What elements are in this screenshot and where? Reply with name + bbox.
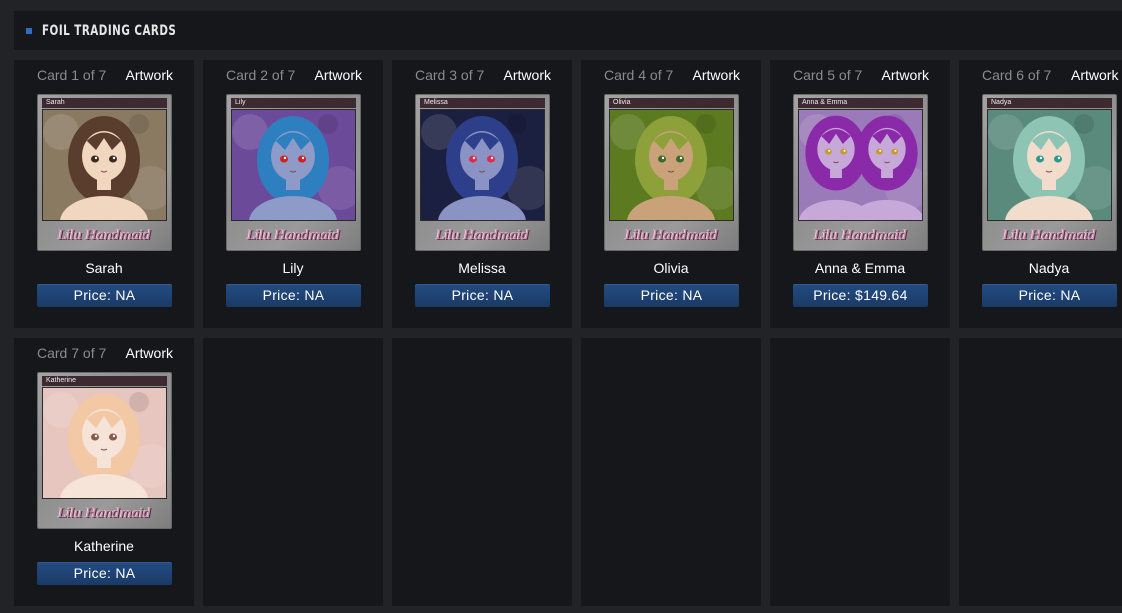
card-artwork bbox=[42, 109, 167, 221]
game-logo: Lilu Handmaid bbox=[625, 228, 718, 243]
card-head: Card 2 of 7 Artwork bbox=[203, 67, 383, 85]
card-cell: Card 5 of 7 Artwork Anna & Emma Lilu Han… bbox=[770, 60, 950, 328]
card-head: Card 3 of 7 Artwork bbox=[392, 67, 572, 85]
trading-card-image[interactable]: Anna & Emma Lilu Handmaid bbox=[793, 94, 928, 251]
empty-cell bbox=[959, 338, 1122, 606]
card-cell: Card 6 of 7 Artwork Nadya Lilu Handmaid … bbox=[959, 60, 1122, 328]
trading-card-image[interactable]: Katherine Lilu Handmaid bbox=[37, 372, 172, 529]
card-index: Card 6 of 7 bbox=[982, 67, 1052, 83]
card-index: Card 5 of 7 bbox=[793, 67, 863, 83]
card-cell: Card 3 of 7 Artwork Melissa Lilu Handmai… bbox=[392, 60, 572, 328]
price-button[interactable]: Price: NA bbox=[37, 284, 172, 307]
card-head: Card 7 of 7 Artwork bbox=[14, 345, 194, 363]
portrait-art bbox=[232, 110, 355, 220]
card-artwork bbox=[987, 109, 1112, 221]
empty-cell bbox=[581, 338, 761, 606]
game-logo: Lilu Handmaid bbox=[436, 228, 529, 243]
artwork-link[interactable]: Artwork bbox=[126, 67, 173, 83]
card-head: Card 1 of 7 Artwork bbox=[14, 67, 194, 85]
card-head: Card 5 of 7 Artwork bbox=[770, 67, 950, 85]
card-index: Card 4 of 7 bbox=[604, 67, 674, 83]
card-artwork bbox=[798, 109, 923, 221]
trading-card-image[interactable]: Sarah Lilu Handmaid bbox=[37, 94, 172, 251]
portrait-art bbox=[43, 388, 166, 498]
price-button[interactable]: Price: NA bbox=[415, 284, 550, 307]
game-logo: Lilu Handmaid bbox=[58, 506, 151, 521]
artwork-link[interactable]: Artwork bbox=[126, 345, 173, 361]
game-logo: Lilu Handmaid bbox=[814, 228, 907, 243]
card-tab-label: Anna & Emma bbox=[798, 98, 923, 108]
price-button[interactable]: Price: NA bbox=[226, 284, 361, 307]
card-tab-label: Lily bbox=[231, 98, 356, 108]
game-logo: Lilu Handmaid bbox=[247, 228, 340, 243]
card-artwork bbox=[42, 387, 167, 499]
card-cell: Card 2 of 7 Artwork Lily Lilu Handmaid L… bbox=[203, 60, 383, 328]
artwork-link[interactable]: Artwork bbox=[1071, 67, 1118, 83]
trading-card-image[interactable]: Olivia Lilu Handmaid bbox=[604, 94, 739, 251]
foil-cards-page: FOIL TRADING CARDS Card 1 of 7 Artwork S… bbox=[0, 0, 1122, 613]
portrait-art bbox=[43, 110, 166, 220]
card-name: Sarah bbox=[85, 260, 123, 276]
card-tab-label: Melissa bbox=[420, 98, 545, 108]
card-cell: Card 1 of 7 Artwork Sarah Lilu Handmaid … bbox=[14, 60, 194, 328]
price-button[interactable]: Price: NA bbox=[37, 562, 172, 585]
section-marker-icon bbox=[26, 27, 32, 34]
portrait-art bbox=[988, 110, 1111, 220]
price-button[interactable]: Price: NA bbox=[604, 284, 739, 307]
section-title: FOIL TRADING CARDS bbox=[42, 22, 177, 39]
game-logo: Lilu Handmaid bbox=[1003, 228, 1096, 243]
card-name: Anna & Emma bbox=[814, 260, 906, 276]
card-index: Card 7 of 7 bbox=[37, 345, 107, 361]
portrait-art bbox=[421, 110, 544, 220]
price-button[interactable]: Price: NA bbox=[982, 284, 1117, 307]
trading-card-image[interactable]: Melissa Lilu Handmaid bbox=[415, 94, 550, 251]
artwork-link[interactable]: Artwork bbox=[315, 67, 362, 83]
empty-cell bbox=[770, 338, 950, 606]
card-name: Nadya bbox=[1028, 260, 1070, 276]
artwork-link[interactable]: Artwork bbox=[504, 67, 551, 83]
empty-cell bbox=[392, 338, 572, 606]
card-index: Card 2 of 7 bbox=[226, 67, 296, 83]
game-logo: Lilu Handmaid bbox=[58, 228, 151, 243]
card-cell: Card 7 of 7 Artwork Katherine Lilu Handm… bbox=[14, 338, 194, 606]
card-tab-label: Sarah bbox=[42, 98, 167, 108]
card-index: Card 1 of 7 bbox=[37, 67, 107, 83]
card-name: Olivia bbox=[653, 260, 689, 276]
price-button[interactable]: Price: $149.64 bbox=[793, 284, 928, 307]
portrait-art bbox=[610, 110, 733, 220]
card-artwork bbox=[609, 109, 734, 221]
card-name: Katherine bbox=[74, 538, 134, 554]
card-tab-label: Katherine bbox=[42, 376, 167, 386]
card-tab-label: Nadya bbox=[987, 98, 1112, 108]
section-header: FOIL TRADING CARDS bbox=[14, 11, 1122, 50]
trading-card-image[interactable]: Nadya Lilu Handmaid bbox=[982, 94, 1117, 251]
card-head: Card 6 of 7 Artwork bbox=[959, 67, 1122, 85]
card-head: Card 4 of 7 Artwork bbox=[581, 67, 761, 85]
portrait-art bbox=[799, 110, 922, 220]
card-artwork bbox=[231, 109, 356, 221]
empty-cell bbox=[203, 338, 383, 606]
card-artwork bbox=[420, 109, 545, 221]
artwork-link[interactable]: Artwork bbox=[882, 67, 929, 83]
card-name: Melissa bbox=[458, 260, 506, 276]
trading-card-image[interactable]: Lily Lilu Handmaid bbox=[226, 94, 361, 251]
card-cell: Card 4 of 7 Artwork Olivia Lilu Handmaid… bbox=[581, 60, 761, 328]
card-index: Card 3 of 7 bbox=[415, 67, 485, 83]
card-name: Lily bbox=[282, 260, 304, 276]
artwork-link[interactable]: Artwork bbox=[693, 67, 740, 83]
card-tab-label: Olivia bbox=[609, 98, 734, 108]
